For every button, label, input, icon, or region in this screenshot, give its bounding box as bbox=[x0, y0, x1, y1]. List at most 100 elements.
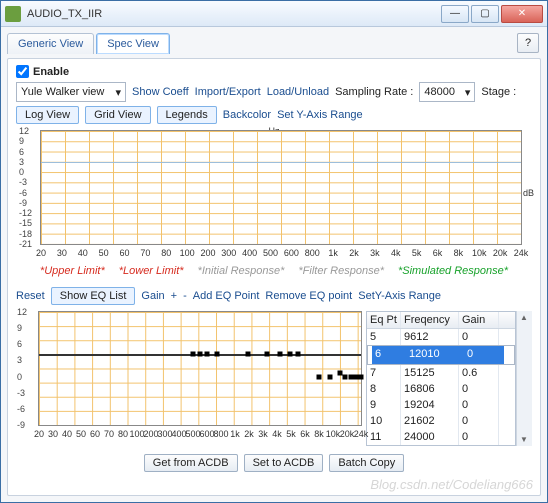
chart-legend: *Upper Limit* *Lower Limit* *Initial Res… bbox=[16, 265, 532, 277]
tab-generic-view[interactable]: Generic View bbox=[7, 33, 94, 54]
toolbar-2: Log View Grid View Legends Backcolor Set… bbox=[16, 106, 532, 124]
cell: 0 bbox=[459, 429, 499, 445]
enable-label: Enable bbox=[33, 66, 69, 78]
response-line bbox=[41, 162, 521, 163]
table-scrollbar[interactable] bbox=[516, 311, 532, 446]
eq-table[interactable]: Eq Pt Freqency Gain 59612061201007151250… bbox=[366, 311, 516, 446]
legend-filter-response: *Filter Response* bbox=[298, 265, 384, 277]
table-header: Eq Pt Freqency Gain bbox=[367, 312, 515, 329]
chart-grid bbox=[39, 312, 361, 425]
app-window: AUDIO_TX_IIR — ▢ ✕ ? Generic View Spec V… bbox=[0, 0, 548, 503]
cell: 6 bbox=[372, 346, 406, 364]
cell: 7 bbox=[367, 365, 401, 381]
toolbar-1: Yule Walker view▾ Show Coeff Import/Expo… bbox=[16, 82, 532, 102]
show-coeff-button[interactable]: Show Coeff bbox=[132, 86, 189, 98]
view-select[interactable]: Yule Walker view▾ bbox=[16, 82, 126, 102]
import-export-button[interactable]: Import/Export bbox=[195, 86, 261, 98]
table-row[interactable]: 10216020 bbox=[367, 413, 515, 429]
load-unload-button[interactable]: Load/Unload bbox=[267, 86, 329, 98]
table-row[interactable]: 9192040 bbox=[367, 397, 515, 413]
cell: 0 bbox=[464, 346, 504, 364]
legends-button[interactable]: Legends bbox=[157, 106, 217, 124]
eq-chart[interactable]: 129630-3-6-92030405060708010020030040050… bbox=[38, 311, 362, 426]
set-to-acdb-button[interactable]: Set to ACDB bbox=[244, 454, 324, 472]
col-gain[interactable]: Gain bbox=[459, 312, 499, 328]
eq-point[interactable] bbox=[359, 374, 364, 379]
help-button[interactable]: ? bbox=[517, 33, 539, 53]
cell: 16806 bbox=[401, 381, 459, 397]
sampling-rate-select[interactable]: 48000▾ bbox=[419, 82, 475, 102]
eq-point[interactable] bbox=[342, 374, 347, 379]
cell: 19204 bbox=[401, 397, 459, 413]
cell: 15125 bbox=[401, 365, 459, 381]
cell: 11 bbox=[367, 429, 401, 445]
titlebar: AUDIO_TX_IIR — ▢ ✕ bbox=[1, 1, 547, 27]
eq-point[interactable] bbox=[204, 351, 209, 356]
enable-checkbox[interactable] bbox=[16, 65, 29, 78]
response-chart[interactable]: 129630-3-6-9-12-15-18-212030405060708010… bbox=[40, 130, 522, 245]
log-view-button[interactable]: Log View bbox=[16, 106, 79, 124]
close-button[interactable]: ✕ bbox=[501, 5, 543, 23]
reset-button[interactable]: Reset bbox=[16, 290, 45, 302]
backcolor-button[interactable]: Backcolor bbox=[223, 109, 271, 121]
cell: 0 bbox=[459, 413, 499, 429]
table-row[interactable]: 6120100 bbox=[367, 345, 515, 365]
cell: 5 bbox=[367, 329, 401, 345]
app-icon bbox=[5, 6, 21, 22]
eq-point[interactable] bbox=[348, 374, 353, 379]
remove-eq-point-button[interactable]: Remove EQ point bbox=[265, 290, 352, 302]
gain-label: Gain bbox=[141, 290, 164, 302]
batch-copy-button[interactable]: Batch Copy bbox=[329, 454, 404, 472]
add-eq-point-button[interactable]: Add EQ Point bbox=[193, 290, 260, 302]
set-y-axis-button[interactable]: Set Y-Axis Range bbox=[277, 109, 363, 121]
chevron-down-icon: ▾ bbox=[465, 86, 471, 99]
eq-point[interactable] bbox=[246, 351, 251, 356]
chart-1-container: Hz 129630-3-6-9-12-15-18-212030405060708… bbox=[16, 128, 532, 247]
legend-lower-limit: *Lower Limit* bbox=[119, 265, 184, 277]
grid-view-button[interactable]: Grid View bbox=[85, 106, 150, 124]
show-eq-list-button[interactable]: Show EQ List bbox=[51, 287, 136, 305]
chart1-y-unit: dB bbox=[523, 188, 534, 198]
chevron-down-icon: ▾ bbox=[115, 86, 121, 99]
spec-panel: Enable Yule Walker view▾ Show Coeff Impo… bbox=[7, 58, 541, 496]
table-row[interactable]: 11240000 bbox=[367, 429, 515, 445]
table-row[interactable]: 8168060 bbox=[367, 381, 515, 397]
table-row[interactable]: 596120 bbox=[367, 329, 515, 345]
minimize-button[interactable]: — bbox=[441, 5, 469, 23]
legend-simulated-response: *Simulated Response* bbox=[398, 265, 508, 277]
maximize-button[interactable]: ▢ bbox=[471, 5, 499, 23]
eq-point[interactable] bbox=[287, 351, 292, 356]
eq-point[interactable] bbox=[327, 374, 332, 379]
eq-point[interactable] bbox=[264, 351, 269, 356]
legend-initial-response: *Initial Response* bbox=[198, 265, 285, 277]
eq-point[interactable] bbox=[296, 351, 301, 356]
eq-point[interactable] bbox=[277, 351, 282, 356]
toolbar-3: Reset Show EQ List Gain + - Add EQ Point… bbox=[16, 287, 532, 305]
gain-minus-button[interactable]: - bbox=[183, 290, 187, 302]
cell: 24000 bbox=[401, 429, 459, 445]
eq-point[interactable] bbox=[214, 351, 219, 356]
set-y-axis-2-button[interactable]: SetY-Axis Range bbox=[358, 290, 441, 302]
eq-point[interactable] bbox=[198, 351, 203, 356]
window-title: AUDIO_TX_IIR bbox=[27, 8, 441, 20]
client-area: ? Generic View Spec View Enable Yule Wal… bbox=[1, 27, 547, 502]
enable-row: Enable bbox=[16, 65, 532, 78]
cell: 12010 bbox=[406, 346, 464, 364]
get-from-acdb-button[interactable]: Get from ACDB bbox=[144, 454, 238, 472]
col-frequency[interactable]: Freqency bbox=[401, 312, 459, 328]
col-eq-pt[interactable]: Eq Pt bbox=[367, 312, 401, 328]
cell: 21602 bbox=[401, 413, 459, 429]
cell: 9612 bbox=[401, 329, 459, 345]
cell: 9 bbox=[367, 397, 401, 413]
cell: 0 bbox=[459, 381, 499, 397]
cell: 0.6 bbox=[459, 365, 499, 381]
table-row[interactable]: 7151250.6 bbox=[367, 365, 515, 381]
cell: 0 bbox=[459, 329, 499, 345]
cell: 10 bbox=[367, 413, 401, 429]
eq-point[interactable] bbox=[191, 351, 196, 356]
gain-plus-button[interactable]: + bbox=[171, 290, 177, 302]
eq-section: 129630-3-6-92030405060708010020030040050… bbox=[16, 311, 532, 446]
tab-spec-view[interactable]: Spec View bbox=[96, 33, 170, 54]
legend-upper-limit: *Upper Limit* bbox=[40, 265, 105, 277]
eq-point[interactable] bbox=[317, 374, 322, 379]
